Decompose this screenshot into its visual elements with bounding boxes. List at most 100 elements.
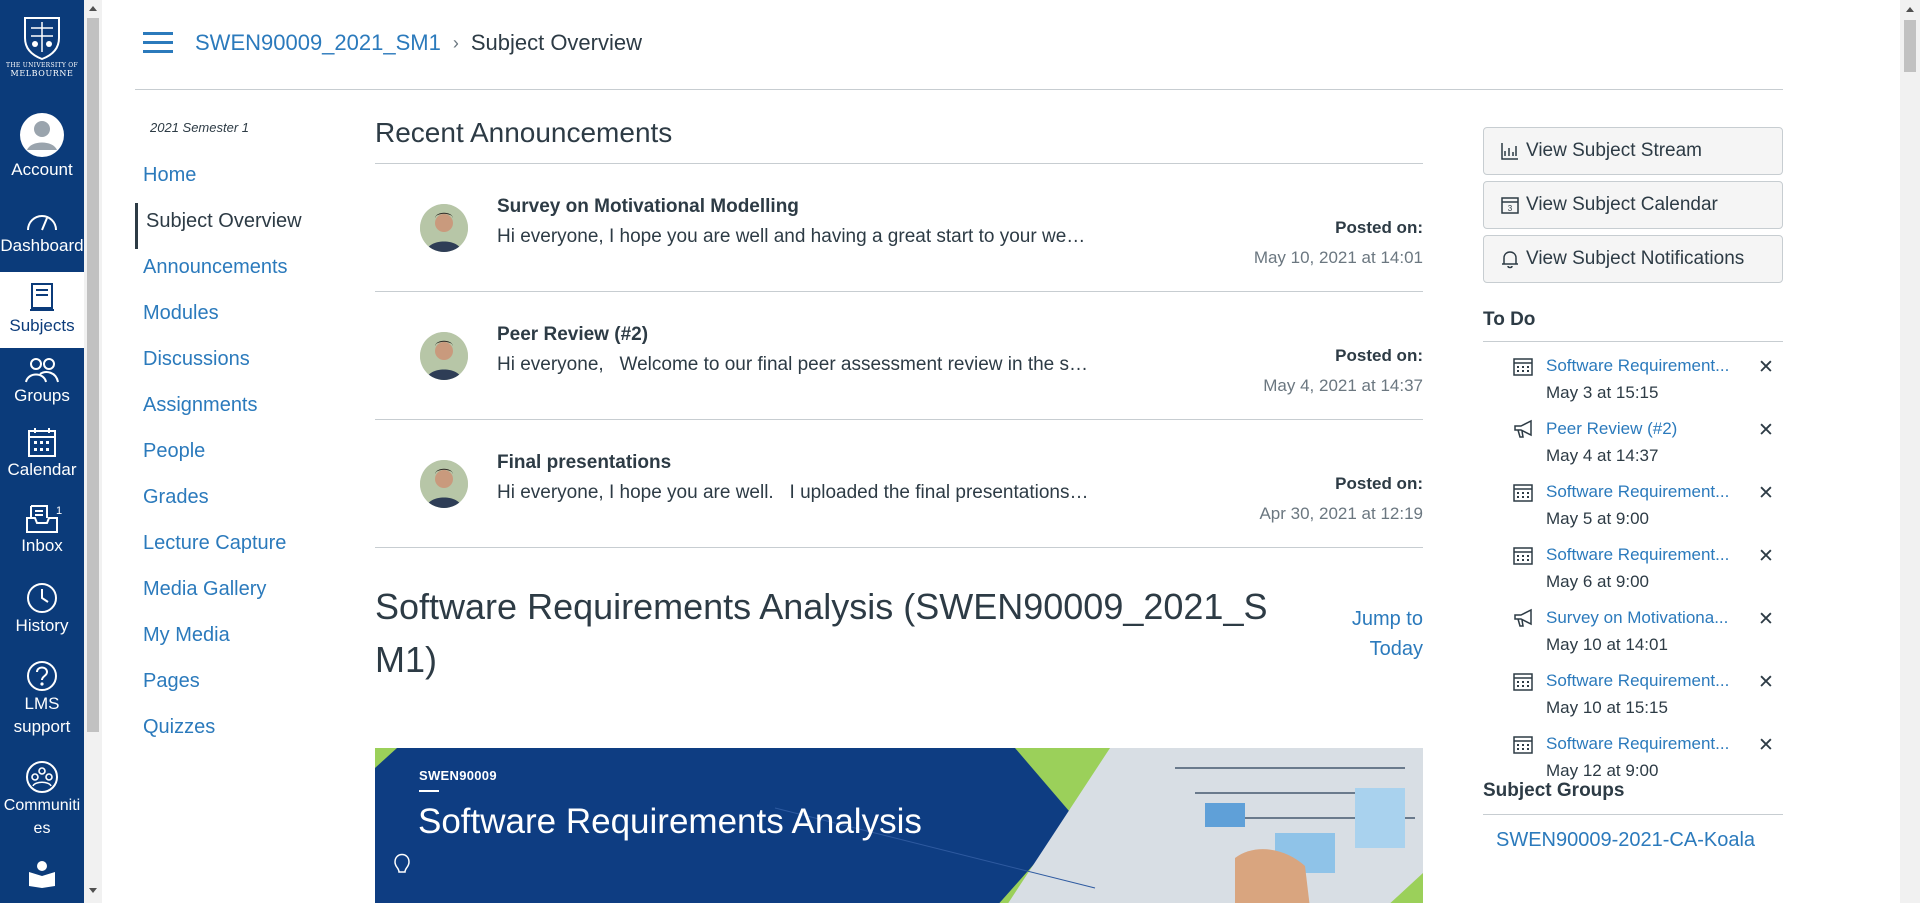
logo-text-top: THE UNIVERSITY OF xyxy=(6,62,78,69)
dismiss-todo-icon[interactable]: ✕ xyxy=(1758,671,1774,694)
subject-nav-assignments[interactable]: Assignments xyxy=(135,387,335,433)
nav-subjects[interactable]: Subjects xyxy=(0,272,84,348)
todo-item: Software Requirement... May 12 at 9:00 ✕ xyxy=(1483,720,1783,780)
account-icon xyxy=(20,113,64,157)
term-label: 2021 Semester 1 xyxy=(150,120,250,135)
view-subject-stream-button[interactable]: View Subject Stream xyxy=(1483,127,1783,175)
nav-groups-label: Groups xyxy=(14,386,70,405)
subject-nav-discussions[interactable]: Discussions xyxy=(135,341,335,387)
announcement-item[interactable]: Peer Review (#2) Hi everyone, Welcome to… xyxy=(375,292,1423,420)
subject-nav-announcements[interactable]: Announcements xyxy=(135,249,335,295)
hamburger-menu-icon[interactable] xyxy=(143,32,173,56)
subject-nav-modules[interactable]: Modules xyxy=(135,295,335,341)
subject-group-link[interactable]: SWEN90009-2021-CA-Koala xyxy=(1483,829,1783,852)
announcement-title[interactable]: Peer Review (#2) xyxy=(497,324,648,346)
avatar xyxy=(420,332,468,380)
nav-lms-support-line1: LMS xyxy=(24,694,60,713)
library-icon xyxy=(29,861,55,888)
dismiss-todo-icon[interactable]: ✕ xyxy=(1758,545,1774,568)
bell-icon xyxy=(1502,251,1518,269)
dismiss-todo-icon[interactable]: ✕ xyxy=(1758,356,1774,379)
page-scrollbar[interactable] xyxy=(1900,0,1920,903)
dismiss-todo-icon[interactable]: ✕ xyxy=(1758,734,1774,757)
view-subject-calendar-button[interactable]: 3 View Subject Calendar xyxy=(1483,181,1783,229)
subject-nav-pages[interactable]: Pages xyxy=(135,663,335,709)
nav-calendar[interactable]: Calendar xyxy=(0,426,84,486)
nav-communities[interactable]: Communiti es xyxy=(0,760,84,840)
todo-title[interactable]: Software Requirement... xyxy=(1546,545,1736,565)
inbox-icon xyxy=(26,505,58,533)
nav-account-label: Account xyxy=(11,160,73,179)
posted-date: Apr 30, 2021 at 12:19 xyxy=(1259,504,1423,523)
announcement-item[interactable]: Survey on Motivational Modelling Hi ever… xyxy=(375,164,1423,292)
nav-scrollbar[interactable] xyxy=(84,0,102,903)
breadcrumb-current: Subject Overview xyxy=(470,30,643,55)
nav-account[interactable]: Account xyxy=(0,112,84,188)
nav-lms-support[interactable]: LMS support xyxy=(0,660,84,740)
subject-nav-people[interactable]: People xyxy=(135,433,335,479)
todo-item: Software Requirement... May 5 at 9:00 ✕ xyxy=(1483,468,1783,531)
subject-nav-quizzes[interactable]: Quizzes xyxy=(135,709,335,755)
view-subject-notifications-button[interactable]: View Subject Notifications xyxy=(1483,235,1783,283)
todo-title[interactable]: Software Requirement... xyxy=(1546,671,1736,691)
nav-scroll-thumb[interactable] xyxy=(87,18,99,732)
nav-history[interactable]: History xyxy=(0,582,84,642)
todo-title[interactable]: Peer Review (#2) xyxy=(1546,419,1736,439)
stream-icon xyxy=(1501,143,1518,160)
subjects-icon xyxy=(30,283,54,311)
todo-title[interactable]: Software Requirement... xyxy=(1546,356,1736,376)
nav-scroll-up-icon[interactable] xyxy=(89,6,97,11)
announcement-title[interactable]: Final presentations xyxy=(497,452,671,474)
announcement-item[interactable]: Final presentations Hi everyone, I hope … xyxy=(375,420,1423,548)
todo-title[interactable]: Software Requirement... xyxy=(1546,482,1736,502)
banner-rule xyxy=(419,790,439,792)
todo-item: Peer Review (#2) May 4 at 14:37 ✕ xyxy=(1483,405,1783,468)
jump-line-1: Jump to xyxy=(1351,608,1423,630)
breadcrumb-course-link[interactable]: SWEN90009_2021_SM1 xyxy=(195,30,441,56)
right-sidebar: View Subject Stream 3 View Subject Calen… xyxy=(1483,127,1783,852)
nav-groups[interactable]: Groups xyxy=(0,356,84,412)
dismiss-todo-icon[interactable]: ✕ xyxy=(1758,419,1774,442)
todo-title[interactable]: Software Requirement... xyxy=(1546,734,1736,754)
jump-line-2: Today xyxy=(1369,638,1423,660)
todo-date: May 3 at 15:15 xyxy=(1546,383,1659,402)
subject-nav-home[interactable]: Home xyxy=(135,157,335,203)
nav-inbox[interactable]: 1 Inbox xyxy=(0,504,84,564)
view-subject-stream-label: View Subject Stream xyxy=(1526,140,1703,161)
nav-dashboard[interactable]: Dashboard xyxy=(0,208,84,266)
nav-history-label: History xyxy=(15,616,69,635)
avatar xyxy=(420,204,468,252)
logo-text-bottom: MELBOURNE xyxy=(10,69,74,78)
todo-item: Software Requirement... May 6 at 9:00 ✕ xyxy=(1483,531,1783,594)
subject-nav-my-media[interactable]: My Media xyxy=(135,617,335,663)
dismiss-todo-icon[interactable]: ✕ xyxy=(1758,482,1774,505)
jump-to-today-link[interactable]: Jump to Today xyxy=(1352,604,1423,664)
avatar xyxy=(420,460,468,508)
calendar-icon xyxy=(28,428,56,457)
todo-title[interactable]: Survey on Motivationa... xyxy=(1546,608,1736,628)
todo-date: May 12 at 9:00 xyxy=(1546,761,1659,780)
todo-heading: To Do xyxy=(1483,309,1783,342)
nav-library[interactable] xyxy=(0,860,84,903)
banner-subject-name: Software Requirements Analysis xyxy=(418,802,922,841)
university-logo[interactable]: THE UNIVERSITY OF MELBOURNE xyxy=(0,14,84,92)
groups-icon xyxy=(25,358,59,383)
nav-scroll-down-icon[interactable] xyxy=(89,888,97,893)
posted-label: Posted on: xyxy=(1335,474,1423,493)
page-scroll-up-icon[interactable] xyxy=(1906,7,1914,12)
subject-nav-subject-overview[interactable]: Subject Overview xyxy=(135,203,335,249)
subject-nav-grades[interactable]: Grades xyxy=(135,479,335,525)
recent-announcements-heading: Recent Announcements xyxy=(375,100,1423,164)
communities-icon xyxy=(26,761,58,793)
todo-date: May 5 at 9:00 xyxy=(1546,509,1650,528)
dashboard-icon xyxy=(27,215,57,231)
dismiss-todo-icon[interactable]: ✕ xyxy=(1758,608,1774,631)
subject-nav-lecture-capture[interactable]: Lecture Capture xyxy=(135,525,335,571)
breadcrumb: SWEN90009_2021_SM1 › Subject Overview xyxy=(195,30,642,56)
subject-title: Software Requirements Analysis (SWEN9000… xyxy=(375,586,1268,680)
subject-nav-media-gallery[interactable]: Media Gallery xyxy=(135,571,335,617)
subject-nav: 2021 Semester 1 Home Subject Overview An… xyxy=(135,120,335,755)
page-scroll-thumb[interactable] xyxy=(1904,20,1916,72)
announcement-message: Hi everyone, Welcome to our final peer a… xyxy=(497,354,1089,375)
announcement-title[interactable]: Survey on Motivational Modelling xyxy=(497,196,799,218)
